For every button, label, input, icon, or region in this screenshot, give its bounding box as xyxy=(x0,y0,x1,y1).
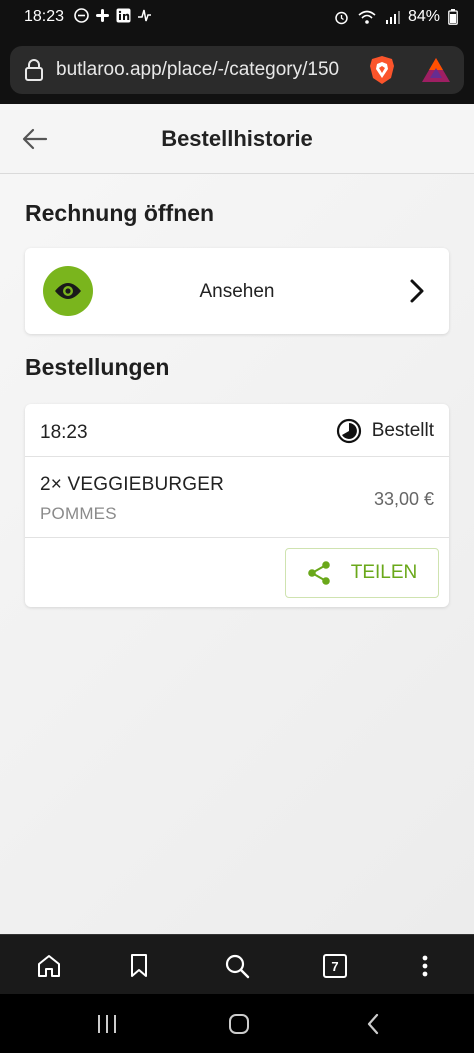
app-header: Bestellhistorie xyxy=(0,104,474,174)
browser-toolbar: butlaroo.app/place/-/category/150 xyxy=(0,36,474,104)
order-item-option: POMMES xyxy=(40,504,117,523)
linkedin-icon xyxy=(116,8,131,23)
do-not-disturb-icon xyxy=(74,8,89,23)
invoice-section-title: Rechnung öffnen xyxy=(25,200,215,226)
recent-apps-icon xyxy=(98,1015,116,1033)
slack-icon xyxy=(95,8,110,23)
signal-icon xyxy=(385,10,400,25)
more-vertical-icon xyxy=(422,955,428,977)
system-icons: 84% xyxy=(334,8,458,26)
divider xyxy=(25,537,449,538)
address-bar[interactable]: butlaroo.app/place/-/category/150 xyxy=(10,46,464,94)
android-nav-bar xyxy=(0,994,474,1053)
home-circle-icon xyxy=(229,1014,249,1034)
wifi-icon xyxy=(357,10,377,25)
back-chevron-icon xyxy=(367,1013,379,1035)
order-status-label: Bestellt xyxy=(371,420,434,441)
brave-shields-icon[interactable] xyxy=(366,54,398,86)
battery-icon xyxy=(448,9,458,25)
share-button[interactable]: TEILEN xyxy=(285,548,439,598)
status-time: 18:23 xyxy=(24,8,65,25)
activity-icon xyxy=(137,8,152,23)
back-nav-button[interactable] xyxy=(358,1010,388,1038)
notification-icons xyxy=(74,8,152,23)
url-text[interactable]: butlaroo.app/place/-/category/150 xyxy=(56,59,364,81)
search-icon xyxy=(225,954,250,979)
alarm-icon xyxy=(334,10,349,25)
tab-count: 7 xyxy=(323,954,347,978)
divider xyxy=(25,456,449,457)
page-title: Bestellhistorie xyxy=(161,126,313,151)
view-invoice-card[interactable]: Ansehen xyxy=(25,248,449,334)
share-label: TEILEN xyxy=(350,562,418,583)
order-card: 18:23 Bestellt 2× VEGGIEBURGER POMMES 33… xyxy=(25,404,449,607)
menu-button[interactable] xyxy=(410,951,440,981)
bookmarks-button[interactable] xyxy=(124,951,154,981)
bookmark-icon xyxy=(131,954,147,977)
view-label: Ansehen xyxy=(199,281,275,302)
battery-percent: 84% xyxy=(407,8,440,25)
status-bar: 18:23 84% xyxy=(0,0,474,36)
order-status: Bestellt xyxy=(336,418,434,444)
browser-bottom-toolbar: 7 xyxy=(0,934,474,994)
recent-apps-button[interactable] xyxy=(92,1010,122,1038)
brave-rewards-icon[interactable] xyxy=(420,56,452,84)
chevron-right-icon xyxy=(407,278,427,304)
home-nav-button[interactable] xyxy=(224,1010,254,1038)
orders-section-title: Bestellungen xyxy=(25,354,170,380)
share-icon xyxy=(307,561,330,585)
lock-icon xyxy=(24,58,44,82)
tabs-button[interactable]: 7 xyxy=(320,951,350,981)
order-item-name: 2× VEGGIEBURGER xyxy=(40,474,225,495)
order-status-icon xyxy=(336,418,361,444)
home-button[interactable] xyxy=(34,951,64,981)
order-time: 18:23 xyxy=(40,422,88,443)
app-content: Bestellhistorie Rechnung öffnen Ansehen … xyxy=(0,104,474,934)
search-button[interactable] xyxy=(222,951,252,981)
home-icon xyxy=(38,955,60,977)
order-item-price: 33,00 € xyxy=(373,489,434,509)
